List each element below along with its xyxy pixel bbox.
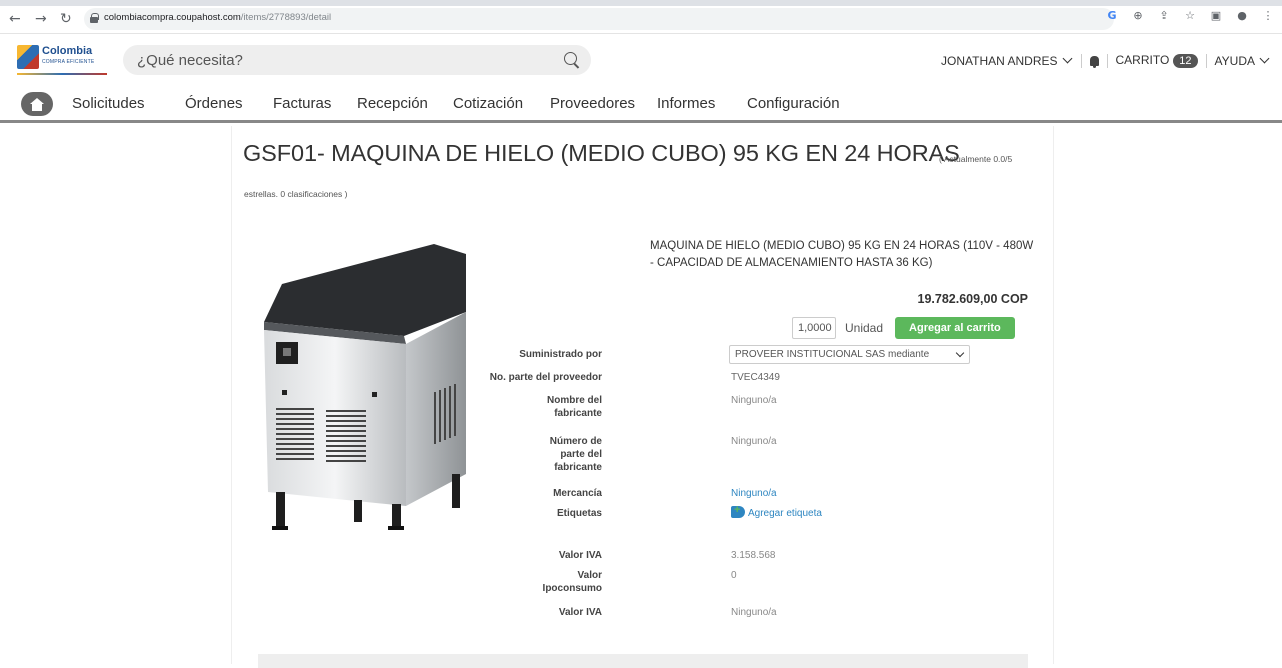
chevron-down-icon — [1259, 53, 1270, 63]
logo-text: Colombia — [42, 45, 93, 57]
supplier-part-value: TVEC4349 — [731, 372, 780, 383]
commodity-link[interactable]: Ninguno/a — [731, 487, 777, 500]
iva2-label: Valor IVA — [558, 607, 602, 618]
divider — [1106, 53, 1108, 68]
add-tag-label: Agregar etiqueta — [748, 508, 822, 519]
nav-item-configuracion[interactable]: Configuración — [747, 95, 840, 112]
add-to-cart-row: 1,0000 Unidad Agregar al carrito — [792, 317, 1015, 339]
logo-underline — [17, 73, 107, 75]
logo-mark-icon — [17, 45, 39, 69]
browser-extension-icons: G ⊕ ⇪ ☆ ▣ ● ⋮ — [1106, 10, 1274, 22]
add-tag-link[interactable]: Agregar etiqueta — [731, 504, 822, 520]
product-image — [264, 244, 466, 530]
star-icon[interactable]: ☆ — [1184, 10, 1196, 22]
iva2-value: Ninguno/a — [731, 607, 777, 618]
address-bar[interactable]: colombiacompra.coupahost.com/items/27788… — [84, 8, 1114, 30]
product-detail-panel: GSF01- MAQUINA DE HIELO (MEDIO CUBO) 95 … — [231, 126, 1054, 668]
iva-value: 3.158.568 — [731, 550, 776, 561]
sidepanel-icon[interactable]: ▣ — [1210, 10, 1222, 22]
supplied-by-label: Suministrado por — [519, 349, 602, 360]
lock-icon[interactable] — [90, 13, 99, 23]
add-to-cart-button[interactable]: Agregar al carrito — [895, 317, 1015, 339]
supplier-select[interactable]: PROVEER INSTITUCIONAL SAS mediante — [729, 345, 970, 364]
nav-item-proveedores[interactable]: Proveedores — [550, 95, 657, 112]
reload-icon[interactable]: ↻ — [60, 11, 72, 27]
rating-text: ( Actualmente 0.0/5 — [939, 154, 1013, 164]
manufacturer-part-label: Número de parte del fabricante — [549, 436, 602, 473]
tab-strip — [0, 0, 1282, 6]
ipoconsumo-value: 0 — [731, 570, 737, 581]
iva-label: Valor IVA — [558, 550, 602, 561]
cart-link[interactable]: CARRITO 12 — [1116, 53, 1198, 68]
user-menu-area: JONATHAN ANDRES CARRITO 12 AYUDA — [941, 53, 1270, 68]
user-menu[interactable]: JONATHAN ANDRES — [941, 53, 1072, 68]
commodity-label: Mercancía — [553, 488, 602, 499]
manufacturer-value: Ninguno/a — [731, 395, 777, 406]
home-icon-body — [32, 104, 42, 111]
help-menu[interactable]: AYUDA — [1214, 53, 1270, 68]
supplier-select-value: PROVEER INSTITUCIONAL SAS mediante — [735, 349, 930, 360]
rating-text-continued: estrellas. 0 clasificaciones ) — [244, 189, 348, 199]
app-header: Colombia COMPRA EFICIENTE ¿Qué necesita?… — [0, 35, 1282, 87]
unit-label: Unidad — [845, 321, 884, 335]
help-label: AYUDA — [1214, 53, 1255, 68]
nav-item-cotizacion[interactable]: Cotización — [453, 95, 550, 112]
nav-item-facturas[interactable]: Facturas — [273, 95, 357, 112]
tags-label: Etiquetas — [556, 508, 602, 519]
bell-icon[interactable] — [1089, 55, 1099, 68]
logo-subtitle: COMPRA EFICIENTE — [42, 59, 95, 65]
zoom-icon[interactable]: ⊕ — [1132, 10, 1144, 22]
divider — [1205, 53, 1207, 68]
back-icon[interactable]: ← — [9, 11, 21, 27]
profile-icon[interactable]: ● — [1236, 10, 1248, 22]
tabs-section-header — [258, 654, 1028, 668]
url-text[interactable]: colombiacompra.coupahost.com/items/27788… — [104, 12, 331, 23]
user-name: JONATHAN ANDRES — [941, 53, 1058, 68]
manufacturer-part-value: Ninguno/a — [731, 436, 777, 447]
chevron-down-icon — [955, 348, 965, 358]
product-title: GSF01- MAQUINA DE HIELO (MEDIO CUBO) 95 … — [243, 140, 960, 166]
browser-toolbar: ← → ↻ colombiacompra.coupahost.com/items… — [0, 0, 1282, 34]
product-price: 19.782.609,00 COP — [917, 292, 1029, 306]
chevron-down-icon — [1062, 53, 1072, 63]
menu-icon[interactable]: ⋮ — [1262, 10, 1274, 22]
ipoconsumo-label: Valor Ipoconsumo — [542, 570, 602, 594]
product-description: MAQUINA DE HIELO (MEDIO CUBO) 95 KG EN 2… — [650, 240, 1034, 269]
google-icon[interactable]: G — [1106, 10, 1118, 22]
supplier-part-label: No. parte del proveedor — [489, 372, 602, 383]
colombia-compra-logo[interactable]: Colombia COMPRA EFICIENTE — [17, 43, 109, 79]
nav-item-solicitudes[interactable]: Solicitudes — [72, 95, 185, 112]
cart-count-badge: 12 — [1173, 54, 1198, 68]
cart-label: CARRITO — [1115, 53, 1170, 67]
quantity-input[interactable]: 1,0000 — [792, 317, 836, 339]
forward-icon[interactable]: → — [35, 11, 47, 27]
share-icon[interactable]: ⇪ — [1158, 10, 1170, 22]
nav-item-recepcion[interactable]: Recepción — [357, 95, 453, 112]
search-placeholder: ¿Qué necesita? — [137, 52, 243, 69]
manufacturer-label: Nombre del fabricante — [546, 395, 602, 419]
nav-items: Solicitudes Órdenes Facturas Recepción C… — [72, 95, 840, 112]
search-icon[interactable] — [564, 52, 577, 65]
divider — [1080, 53, 1082, 68]
nav-item-informes[interactable]: Informes — [657, 95, 747, 112]
add-tag-icon — [731, 504, 745, 518]
main-nav: Solicitudes Órdenes Facturas Recepción C… — [0, 87, 1282, 123]
search-input[interactable]: ¿Qué necesita? — [123, 45, 591, 75]
home-button[interactable] — [21, 92, 53, 116]
nav-item-ordenes[interactable]: Órdenes — [185, 95, 273, 112]
